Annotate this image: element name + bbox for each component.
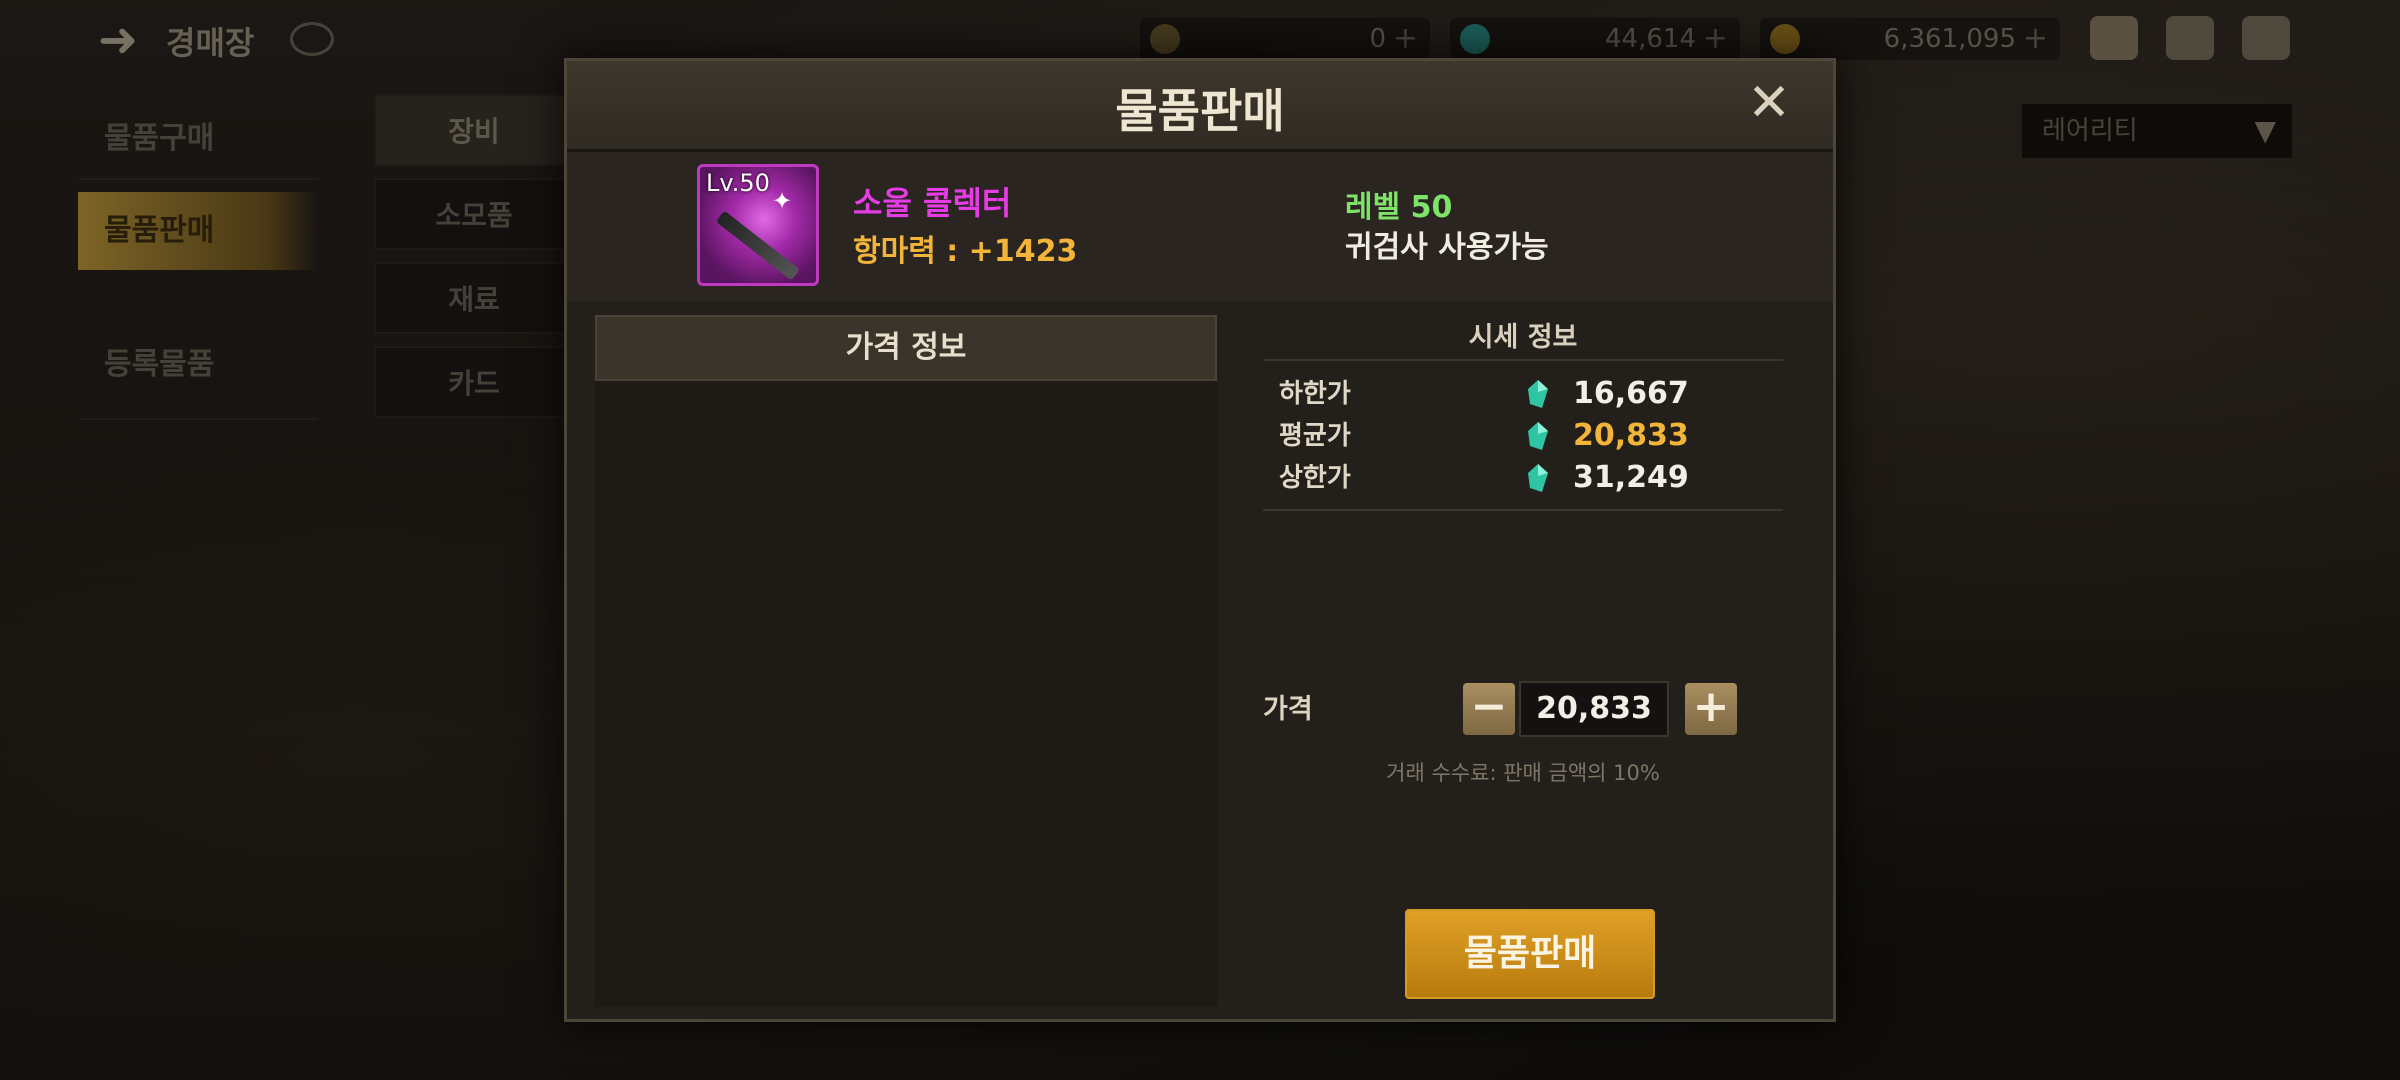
green-gem-icon (1528, 464, 1548, 492)
item-name: 소울 콜렉터 (853, 184, 1012, 222)
price-info-header: 가격 정보 (595, 315, 1217, 381)
divider (1263, 359, 1783, 361)
market-row-label: 상한가 (1279, 463, 1351, 493)
auction-screen: ➜ 경매장 0 + 44,614 + 6,361,095 + 물품구매 물품판매… (0, 0, 2400, 1080)
close-icon[interactable]: ✕ (1745, 77, 1793, 129)
item-level-badge: Lv.50 (706, 169, 770, 197)
item-icon[interactable]: ✦ Lv.50 (697, 164, 819, 286)
market-row-label: 하한가 (1279, 379, 1351, 409)
price-label: 가격 (1263, 694, 1313, 725)
increase-price-button[interactable]: + (1685, 683, 1737, 735)
item-stat: 항마력 : +1423 (853, 234, 1078, 269)
green-gem-icon (1528, 380, 1548, 408)
decrease-price-button[interactable]: − (1463, 683, 1515, 735)
sell-item-modal: 물품판매 ✕ ✦ Lv.50 소울 콜렉터 항마력 : +1423 레벨 50 … (564, 58, 1836, 1022)
sparkle-icon: ✦ (772, 187, 793, 215)
green-gem-icon (1528, 422, 1548, 450)
market-row-avg: 평균가 20,833 (1279, 415, 1759, 457)
market-row-max: 상한가 31,249 (1279, 457, 1759, 499)
item-class-requirement: 귀검사 사용가능 (1345, 230, 1549, 265)
modal-title: 물품판매 (1115, 84, 1285, 138)
sell-button[interactable]: 물품판매 (1405, 909, 1655, 999)
market-row-value: 31,249 (1573, 460, 1689, 495)
market-row-label: 평균가 (1279, 421, 1351, 451)
market-info-title: 시세 정보 (1468, 322, 1578, 353)
item-info: ✦ Lv.50 소울 콜렉터 항마력 : +1423 레벨 50 귀검사 사용가… (567, 152, 1833, 298)
divider (1263, 509, 1783, 511)
modal-content: 가격 정보 시세 정보 하한가 16,667 평균가 20,833 상한가 31… (567, 301, 1833, 1019)
price-input[interactable]: 20,833 (1519, 681, 1669, 737)
fee-note: 거래 수수료: 판매 금액의 10% (1386, 761, 1660, 785)
market-row-value: 16,667 (1573, 376, 1689, 411)
weapon-blade (715, 210, 800, 281)
item-required-level: 레벨 50 (1345, 190, 1453, 225)
price-info-panel: 가격 정보 (595, 315, 1217, 1007)
modal-header: 물품판매 ✕ (567, 61, 1833, 152)
market-row-value: 20,833 (1573, 418, 1689, 453)
market-row-min: 하한가 16,667 (1279, 373, 1759, 415)
